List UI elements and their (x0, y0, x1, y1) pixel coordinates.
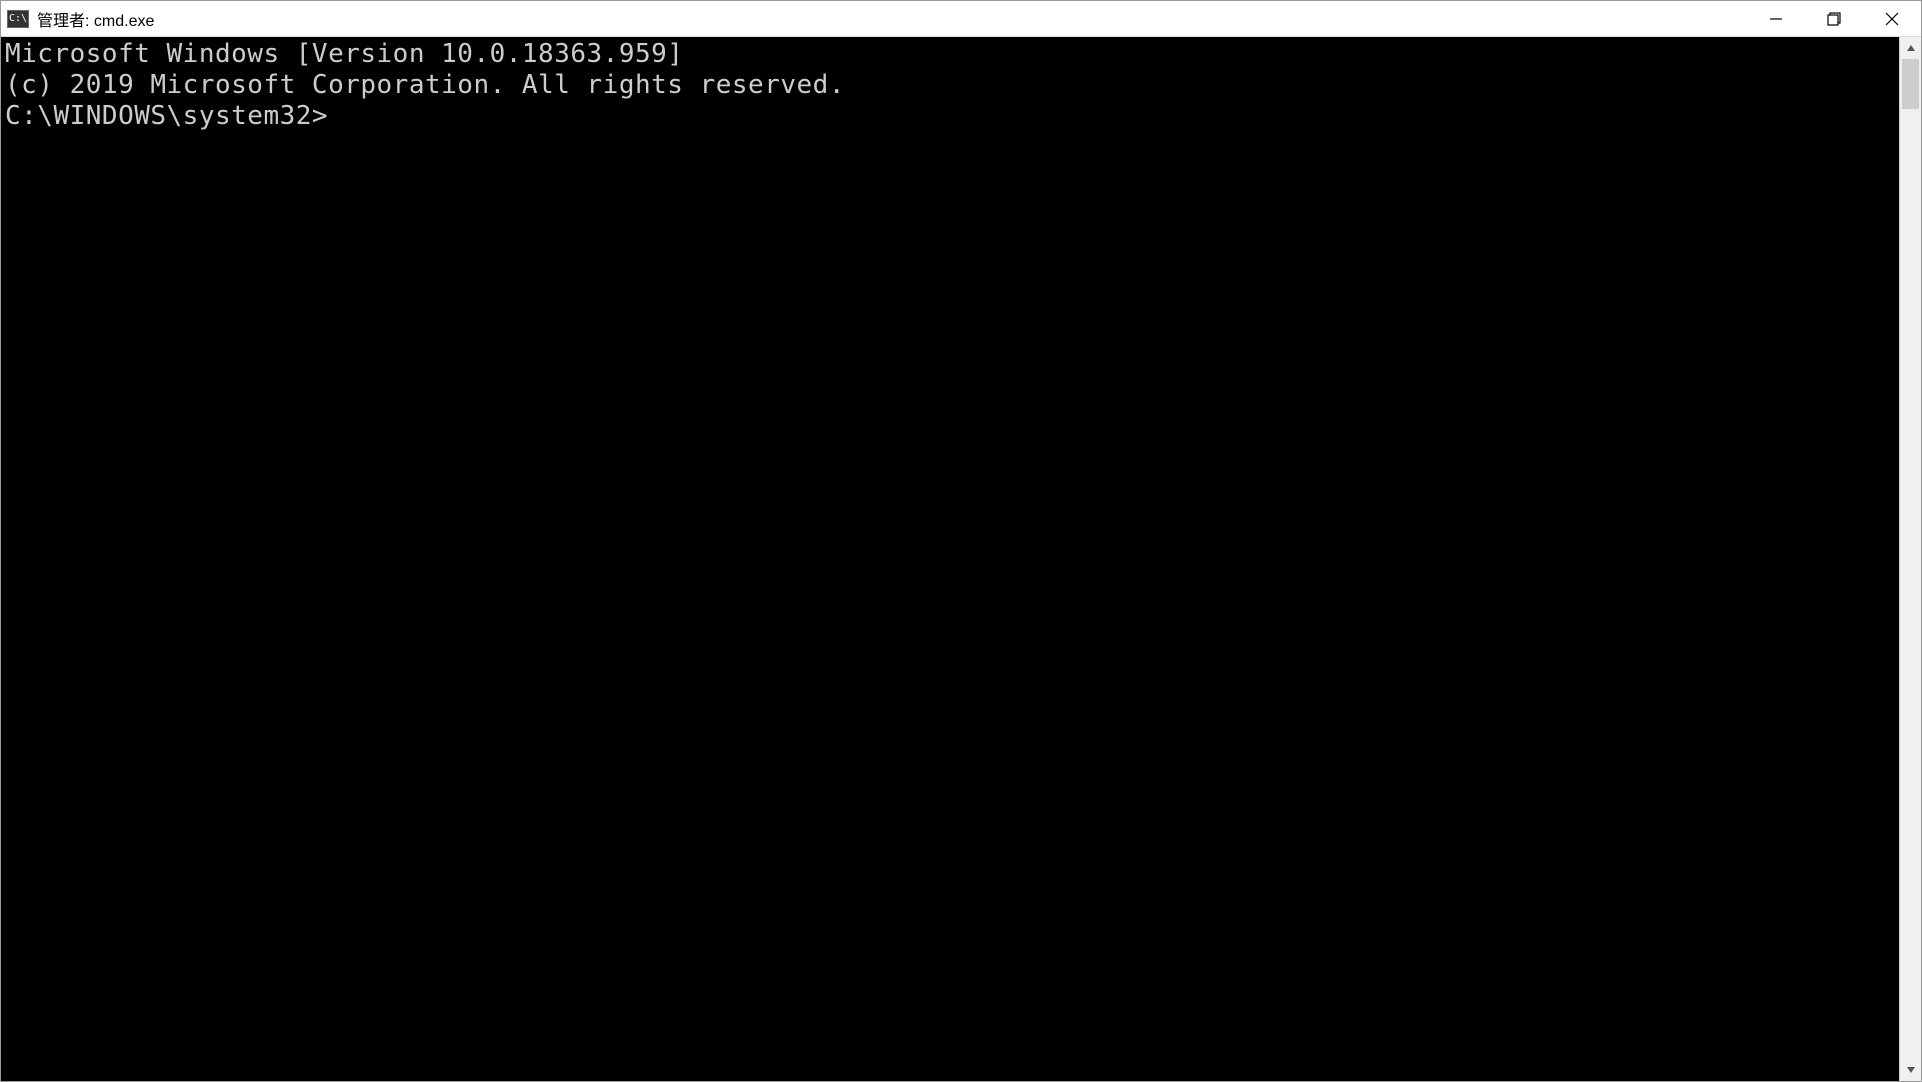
maximize-button[interactable] (1805, 1, 1863, 36)
titlebar[interactable]: C:\ 管理者: cmd.exe (1, 1, 1921, 37)
close-icon (1885, 12, 1899, 26)
terminal-output[interactable]: Microsoft Windows [Version 10.0.18363.95… (1, 37, 1899, 1081)
close-button[interactable] (1863, 1, 1921, 36)
content-wrapper: Microsoft Windows [Version 10.0.18363.95… (1, 37, 1921, 1081)
window-title: 管理者: cmd.exe (37, 7, 154, 31)
scroll-down-arrow-icon[interactable] (1900, 1059, 1921, 1081)
terminal-line: (c) 2019 Microsoft Corporation. All righ… (5, 70, 1895, 101)
prompt-line: C:\WINDOWS\system32> (5, 101, 1895, 132)
window-controls (1747, 1, 1921, 36)
scroll-thumb[interactable] (1902, 59, 1919, 109)
scroll-up-arrow-icon[interactable] (1900, 37, 1921, 59)
minimize-button[interactable] (1747, 1, 1805, 36)
scroll-track[interactable] (1900, 59, 1921, 1059)
titlebar-left: C:\ 管理者: cmd.exe (1, 7, 154, 31)
vertical-scrollbar[interactable] (1899, 37, 1921, 1081)
cmd-app-icon: C:\ (7, 10, 29, 28)
cmd-window: C:\ 管理者: cmd.exe Microsoft Windows [V (0, 0, 1922, 1082)
prompt-text: C:\WINDOWS\system32> (5, 101, 328, 132)
maximize-icon (1827, 12, 1841, 26)
terminal-line: Microsoft Windows [Version 10.0.18363.95… (5, 39, 1895, 70)
minimize-icon (1769, 12, 1783, 26)
